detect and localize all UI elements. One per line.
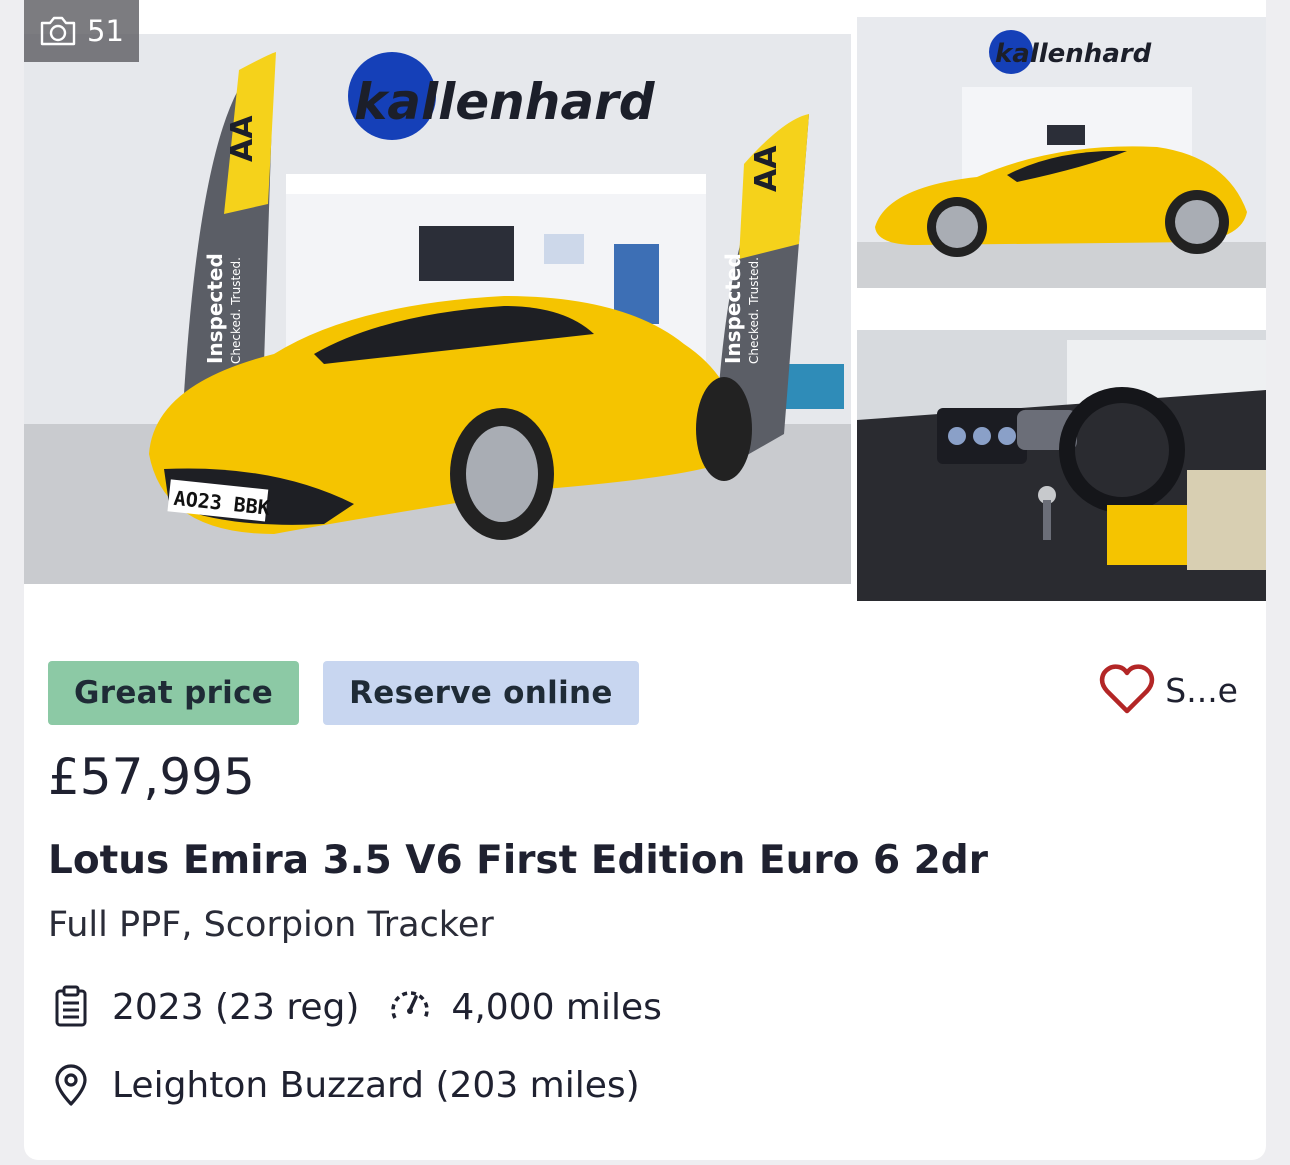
dealer-sign-side: kallenhard: [995, 39, 1152, 69]
dealer-sign-main: kallenhard: [354, 73, 656, 131]
flag-aa-right: AA: [749, 145, 784, 192]
interior-photo[interactable]: [857, 330, 1266, 601]
location-row: Leighton Buzzard (203 miles): [48, 1062, 640, 1108]
main-photo[interactable]: kallenhard AA Inspected Checked. Trusted…: [24, 34, 851, 584]
flag-aa-left: AA: [225, 115, 260, 162]
mileage-spec: 4,000 miles: [387, 984, 662, 1030]
flag-inspected-left: Inspected: [203, 253, 227, 364]
listing-subtitle: Full PPF, Scorpion Tracker: [48, 905, 494, 945]
listing-card[interactable]: kallenhard AA Inspected Checked. Trusted…: [24, 0, 1266, 1160]
clipboard-icon: [55, 985, 87, 1027]
year-value: 2023 (23 reg): [112, 986, 360, 1028]
flag-sub-left: Checked. Trusted.: [229, 257, 243, 364]
mileage-value: 4,000 miles: [451, 986, 662, 1028]
location-pin-icon: [55, 1064, 87, 1106]
photo-gallery[interactable]: kallenhard AA Inspected Checked. Trusted…: [24, 0, 1266, 605]
flag-inspected-right: Inspected: [721, 253, 745, 364]
year-spec: 2023 (23 reg): [48, 984, 359, 1030]
save-button[interactable]: S...e: [1099, 662, 1238, 718]
location-value: Leighton Buzzard (203 miles): [112, 1064, 640, 1106]
speedometer-icon: [391, 991, 430, 1019]
save-label: S...e: [1165, 670, 1238, 710]
heart-icon: [1100, 664, 1155, 714]
photo-count-badge: 51: [24, 0, 139, 62]
reserve-online-badge: Reserve online: [323, 661, 639, 725]
photo-count: 51: [87, 14, 124, 48]
price: £57,995: [48, 748, 255, 806]
camera-icon: [40, 16, 76, 46]
side-photo[interactable]: kallenhard: [857, 17, 1266, 288]
badge-row: Great price Reserve online: [48, 661, 639, 725]
great-price-badge: Great price: [48, 661, 300, 725]
spec-row: 2023 (23 reg) 4,000 miles: [48, 984, 662, 1030]
listing-title[interactable]: Lotus Emira 3.5 V6 First Edition Euro 6 …: [48, 838, 988, 883]
flag-sub-right: Checked. Trusted.: [747, 257, 761, 364]
